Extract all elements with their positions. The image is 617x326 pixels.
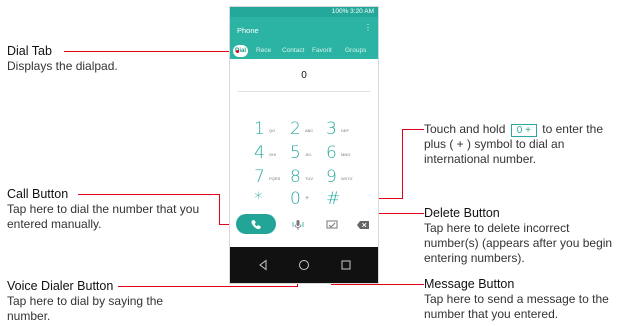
- touch-hold-leader-v: [402, 129, 403, 198]
- key-6[interactable]: 6 MNO: [326, 143, 366, 163]
- dial-tab-callout: Dial Tab Displays the dialpad.: [7, 44, 207, 74]
- voice-dialer-button[interactable]: [292, 218, 304, 230]
- key-0[interactable]: 0 +: [290, 189, 330, 209]
- key-star[interactable]: *: [254, 189, 294, 209]
- phone-icon: [251, 219, 261, 230]
- key-7[interactable]: 7 PQRS: [254, 167, 294, 187]
- delete-button[interactable]: [356, 218, 370, 230]
- recent-apps-icon[interactable]: [340, 259, 352, 271]
- touch-hold-pre: Touch and hold: [424, 122, 506, 136]
- zero-plus-key-icon: 0 +: [510, 124, 537, 137]
- home-icon[interactable]: [298, 259, 310, 271]
- delete-button-desc: Tap here to delete incorrect number(s) (…: [424, 221, 613, 265]
- message-button-desc: Tap here to send a message to the number…: [424, 292, 609, 321]
- phone-screen: 100% 3:20 AM Phone ⋮ Dial Rece Contact F…: [230, 7, 378, 283]
- message-button-leader: [331, 284, 424, 285]
- key-9[interactable]: 9 WXYZ: [326, 167, 366, 187]
- voice-dialer-leader: [118, 286, 297, 287]
- status-bar: 100% 3:20 AM: [230, 7, 378, 17]
- touch-hold-leader: [402, 129, 424, 130]
- back-icon[interactable]: [257, 259, 269, 271]
- delete-button-leader: [376, 213, 424, 214]
- delete-button-title: Delete Button: [424, 206, 500, 220]
- key-4[interactable]: 4 GHI: [254, 143, 294, 163]
- message-icon: [326, 220, 338, 229]
- key-5[interactable]: 5 JKL: [290, 143, 330, 163]
- divider: [238, 91, 370, 92]
- delete-button-callout: Delete Button Tap here to delete incorre…: [424, 206, 614, 266]
- overflow-menu-icon[interactable]: ⋮: [364, 24, 372, 32]
- message-button[interactable]: [326, 218, 338, 230]
- dial-tab-marker: [236, 50, 239, 53]
- key-3[interactable]: 3 DEF: [326, 119, 366, 139]
- dialed-number: 0: [301, 70, 307, 81]
- tab-favorites[interactable]: Favorit: [312, 47, 332, 54]
- key-2[interactable]: 2 ABC: [290, 119, 330, 139]
- message-button-callout: Message Button Tap here to send a messag…: [424, 277, 614, 322]
- tab-groups[interactable]: Groups: [345, 47, 366, 54]
- navigation-bar: [230, 247, 378, 283]
- backspace-icon: [357, 221, 369, 229]
- status-text: 100% 3:20 AM: [331, 8, 374, 15]
- call-button-desc: Tap here to dial the number that you ent…: [7, 202, 200, 231]
- tab-contacts[interactable]: Contact: [282, 47, 304, 54]
- dial-tab-leader: [64, 51, 236, 52]
- dial-tab-desc: Displays the dialpad.: [7, 59, 118, 73]
- call-button-leader: [78, 194, 220, 195]
- app-title: Phone: [237, 26, 259, 35]
- key-hash[interactable]: #: [326, 189, 366, 209]
- call-button-leader-v: [219, 194, 220, 224]
- app-bar: Phone ⋮: [230, 17, 378, 43]
- message-button-title: Message Button: [424, 277, 515, 291]
- call-button[interactable]: [236, 214, 276, 234]
- key-8[interactable]: 8 TUV: [290, 167, 330, 187]
- voice-dialer-desc: Tap here to dial by saying the number.: [7, 294, 164, 323]
- key-1[interactable]: 1 QO: [254, 119, 294, 139]
- microphone-icon: [292, 220, 304, 230]
- touch-hold-callout: Touch and hold 0 + to enter the plus ( +…: [424, 122, 612, 167]
- tab-recent[interactable]: Rece: [256, 47, 271, 54]
- tab-bar: Dial Rece Contact Favorit Groups: [230, 43, 378, 59]
